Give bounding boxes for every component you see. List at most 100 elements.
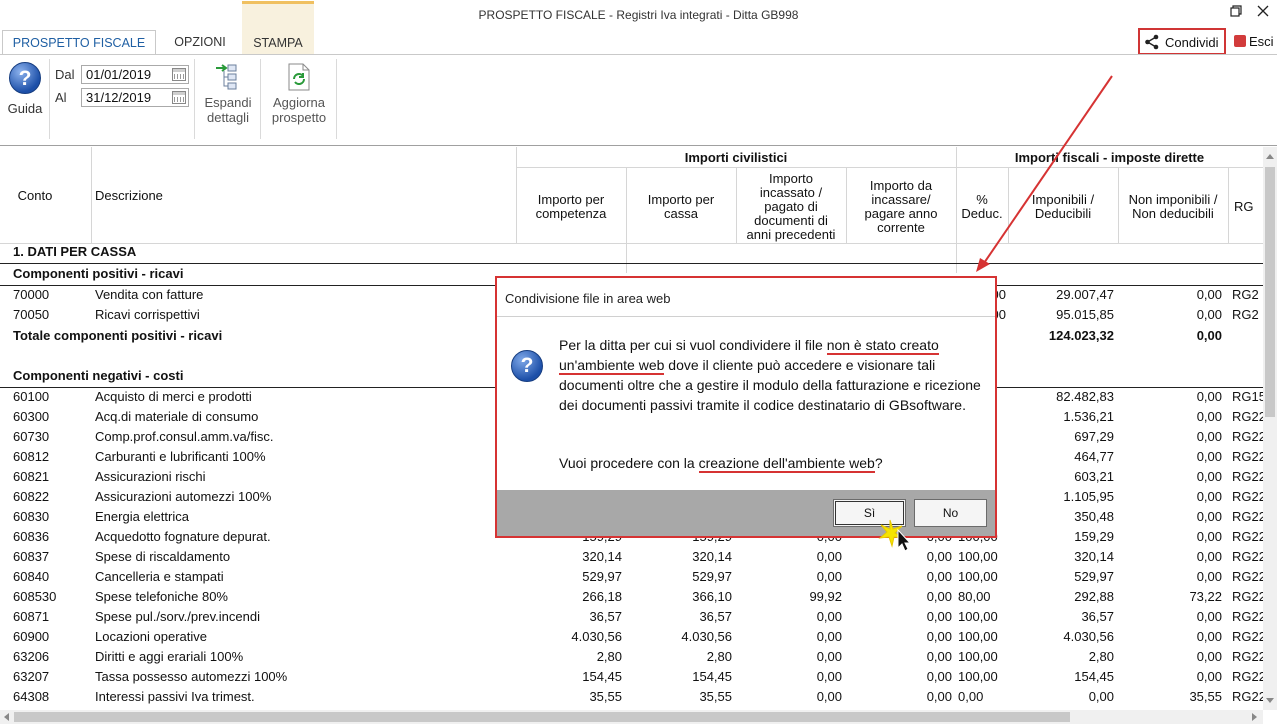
expand-tree-icon: [216, 64, 237, 90]
ribbon-separator: [336, 59, 337, 139]
power-icon: [1234, 35, 1246, 47]
cell-rg: RG22: [1232, 649, 1263, 664]
column-header-cassa[interactable]: Importo per cassa: [626, 193, 736, 221]
horizontal-scrollbar[interactable]: [0, 710, 1263, 724]
cell-descrizione: Spese telefoniche 80%: [95, 589, 228, 604]
cell-conto: 60836: [13, 529, 50, 544]
cell-competenza: 35,55: [589, 689, 622, 704]
cell-conto: 60830: [13, 509, 50, 524]
cell-imponibili: 697,29: [1074, 429, 1114, 444]
cell-conto: 60812: [13, 449, 50, 464]
cell-conto: 60871: [13, 609, 50, 624]
scroll-left-icon[interactable]: [3, 713, 9, 721]
ribbon-separator: [260, 59, 261, 139]
cell-da-incassare: 0,00: [926, 669, 952, 684]
column-header-rg[interactable]: RG: [1234, 200, 1254, 214]
message-text: Per la ditta per cui si vuol condividere…: [559, 337, 827, 353]
scroll-thumb[interactable]: [1265, 167, 1275, 417]
column-header-imponibili[interactable]: Imponibili / Deducibili: [1008, 193, 1118, 221]
column-header-descrizione[interactable]: Descrizione: [95, 189, 163, 203]
scroll-thumb[interactable]: [14, 712, 1070, 722]
column-header-competenza[interactable]: Importo per competenza: [516, 193, 626, 221]
help-label: Guida: [7, 101, 43, 116]
dialog-title: Condivisione file in area web: [505, 291, 671, 306]
column-header-da-incassare[interactable]: Importo da incassare/ pagare anno corren…: [846, 179, 956, 235]
cell-competenza: 266,18: [582, 589, 622, 604]
tab-stampa[interactable]: STAMPA: [242, 1, 314, 55]
table-row[interactable]: 60900 Locazioni operative 4.030,56 4.030,56…: [0, 627, 1263, 647]
cell-deduc: 100,00: [958, 569, 998, 584]
table-row[interactable]: 63206 Diritti e aggi erariali 100% 2,80 2,8…: [0, 647, 1263, 667]
table-row[interactable]: 63207 Tassa possesso automezzi 100% 154,45…: [0, 667, 1263, 687]
cell-conto: 60840: [13, 569, 50, 584]
exit-button[interactable]: Esci: [1234, 34, 1274, 49]
help-icon: ?: [9, 62, 41, 94]
vertical-scrollbar[interactable]: [1263, 147, 1277, 710]
cell-da-incassare: 0,00: [926, 629, 952, 644]
cell-conto: 60100: [13, 389, 50, 404]
from-date-input[interactable]: 01/01/2019: [81, 65, 189, 84]
header-line: cassa: [664, 206, 698, 221]
cell-incassato: 0,00: [816, 629, 842, 644]
table-row[interactable]: 608530 Spese telefoniche 80% 266,18 366,10 9…: [0, 587, 1263, 607]
cell-conto: 64308: [13, 689, 50, 704]
column-header-non-imponibili[interactable]: Non imponibili / Non deducibili: [1118, 193, 1228, 221]
scroll-up-icon[interactable]: [1266, 153, 1274, 159]
cell-rg: RG22: [1232, 469, 1263, 484]
restore-icon[interactable]: [1230, 5, 1242, 20]
refresh-button[interactable]: Aggiorna prospetto: [265, 61, 333, 129]
column-header-conto[interactable]: Conto: [0, 189, 70, 203]
header-line: incassato /: [759, 185, 823, 200]
close-icon[interactable]: [1257, 5, 1269, 20]
share-icon: [1145, 34, 1159, 50]
tab-prospetto-fiscale[interactable]: PROSPETTO FISCALE: [2, 30, 156, 55]
scroll-down-icon[interactable]: [1266, 698, 1274, 704]
table-row[interactable]: 60871 Spese pul./sorv./prev.incendi 36,57 3…: [0, 607, 1263, 627]
cell-imponibili: 292,88: [1074, 589, 1114, 604]
scroll-right-icon[interactable]: [1252, 713, 1258, 721]
app-window: PROSPETTO FISCALE - Registri Iva integra…: [0, 0, 1277, 724]
table-row[interactable]: 64308 Interessi passivi Iva trimest. 35,55…: [0, 687, 1263, 707]
help-button[interactable]: ? Guida: [4, 61, 46, 121]
expand-details-button[interactable]: Espandi dettagli: [200, 61, 256, 129]
ribbon-separator: [194, 59, 195, 139]
cell-rg: RG22: [1232, 509, 1263, 524]
header-line: pagato di: [764, 199, 818, 214]
column-header-incassato[interactable]: Importo incassato / pagato di documenti …: [736, 172, 846, 242]
question-text: Vuoi procedere con la: [559, 455, 699, 471]
cell-cassa: 4.030,56: [681, 629, 732, 644]
to-label: Al: [55, 90, 67, 105]
cell-rg: RG22: [1232, 489, 1263, 504]
cell-cassa: 35,55: [699, 689, 732, 704]
cell-non-imponibili: 0,00: [1196, 669, 1222, 684]
table-row[interactable]: 60840 Cancelleria e stampati 529,97 529,97 0…: [0, 567, 1263, 587]
tab-opzioni[interactable]: OPZIONI: [160, 30, 240, 55]
header-line: Deducibili: [1034, 206, 1092, 221]
cell-descrizione: Interessi passivi Iva trimest.: [95, 689, 255, 704]
cell-conto: 60900: [13, 629, 50, 644]
cell-descrizione: Assicurazioni automezzi 100%: [95, 489, 272, 504]
no-button[interactable]: No: [914, 499, 987, 527]
cell-incassato: 0,00: [816, 609, 842, 624]
cell-cassa: 36,57: [699, 609, 732, 624]
question-icon: ?: [511, 350, 543, 382]
cell-non-imponibili: 73,22: [1189, 589, 1222, 604]
cell-imponibili: 1.536,21: [1063, 409, 1114, 424]
cell-non-imponibili: 0,00: [1196, 469, 1222, 484]
cell-descrizione: Spese pul./sorv./prev.incendi: [95, 609, 260, 624]
header-line: incassare/: [871, 192, 931, 207]
share-button[interactable]: Condividi: [1138, 28, 1226, 55]
cell-deduc: 100,00: [958, 549, 998, 564]
calendar-icon[interactable]: [172, 68, 186, 81]
cell-non-imponibili: 0,00: [1196, 307, 1222, 322]
table-row[interactable]: 60837 Spese di riscaldamento 320,14 320,14 0…: [0, 547, 1263, 567]
column-header-deduc[interactable]: % Deduc.: [956, 193, 1008, 221]
to-date-input[interactable]: 31/12/2019: [81, 88, 189, 107]
calendar-icon[interactable]: [172, 91, 186, 104]
cell-non-imponibili: 0,00: [1196, 509, 1222, 524]
cell-rg: RG22: [1232, 689, 1263, 704]
cell-cassa: 366,10: [692, 589, 732, 604]
cell-rg: RG22: [1232, 609, 1263, 624]
total-label: Totale componenti positivi - ricavi: [13, 328, 223, 343]
cell-competenza: 36,57: [589, 609, 622, 624]
